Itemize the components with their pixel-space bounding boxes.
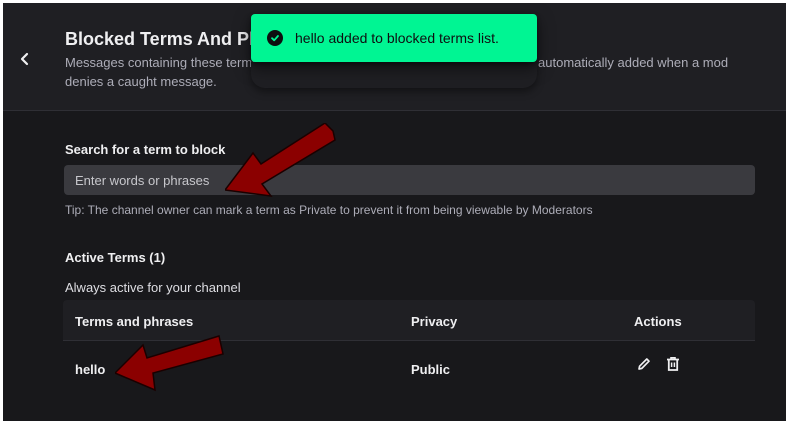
search-label: Search for a term to block (65, 142, 226, 157)
term-cell: hello (75, 362, 106, 377)
column-header-actions: Actions (634, 314, 682, 329)
back-button[interactable] (13, 47, 37, 71)
success-toast: hello added to blocked terms list. (251, 14, 537, 62)
search-input[interactable] (64, 165, 755, 195)
table-header: Terms and phrases Privacy Actions (63, 300, 755, 341)
checkmark-circle-icon (267, 30, 283, 46)
pencil-icon[interactable] (635, 355, 653, 373)
active-terms-subheading: Always active for your channel (65, 280, 241, 295)
trash-icon[interactable] (664, 355, 682, 373)
privacy-cell[interactable]: Public (411, 362, 450, 377)
column-header-privacy: Privacy (411, 314, 458, 329)
active-terms-heading: Active Terms (1) (65, 250, 166, 265)
active-terms-table: Terms and phrases Privacy Actions hello … (63, 300, 755, 394)
table-row: hello Public (63, 341, 755, 394)
toast-message: hello added to blocked terms list. (295, 30, 499, 46)
search-tip: Tip: The channel owner can mark a term a… (65, 203, 593, 217)
toast-shadow (251, 62, 537, 88)
blocked-terms-page: Blocked Terms And Phrases Messages conta… (3, 3, 786, 421)
chevron-left-icon (20, 52, 29, 66)
column-header-terms: Terms and phrases (75, 314, 194, 329)
